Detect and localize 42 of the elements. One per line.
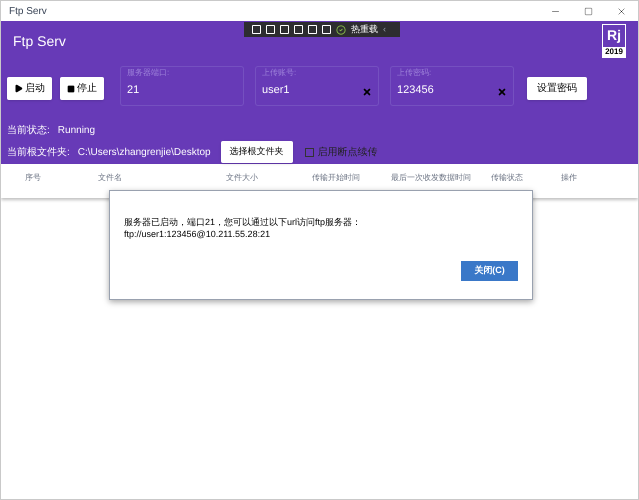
input-field[interactable]: 上传账号: user1 [255, 66, 379, 106]
field-label: 上传账号: [262, 68, 296, 78]
app-title: Ftp Serv [13, 32, 66, 51]
stop-button[interactable]: 停止 [60, 77, 104, 100]
logo-year: 2019 [603, 47, 625, 57]
field-value: 123456 [397, 82, 434, 98]
clear-icon[interactable] [362, 86, 372, 96]
close-dialog-button[interactable]: 关闭(C) [461, 261, 518, 281]
close-icon [616, 6, 627, 16]
field-label: 上传密码: [397, 68, 432, 78]
choose-folder-button[interactable]: 选择根文件夹 [220, 141, 293, 163]
collapse-toggle[interactable]: ‹ [383, 25, 386, 34]
column-header: 序号 [24, 172, 42, 184]
dialog-url: ftp://user1:123456@10.211.55.28:21 [124, 228, 272, 240]
stop-icon [67, 84, 75, 92]
logo-letters: Rj [607, 26, 621, 45]
play-icon [14, 84, 23, 93]
status-label: 当前状态: [7, 124, 50, 138]
input-field[interactable]: 服务器端口: 21 [120, 66, 244, 106]
column-header: 文件名 [98, 172, 123, 184]
column-header: 最后一次收发数据时间 [391, 172, 472, 184]
check-icon [336, 24, 346, 34]
field-label: 服务器端口: [127, 68, 170, 78]
clear-icon[interactable] [497, 86, 507, 96]
start-button[interactable]: 启动 [7, 77, 52, 100]
root-folder-path: C:\Users\zhangrenjie\Desktop [78, 146, 211, 160]
root-folder-label: 当前根文件夹: [7, 146, 70, 160]
hot-reload-label[interactable]: 热重载 [351, 25, 378, 34]
maximize-icon [584, 6, 593, 16]
status-value: Running [58, 124, 96, 138]
checkbox[interactable] [304, 148, 314, 156]
column-header: 操作 [561, 172, 578, 184]
set-password-button[interactable]: 设置密码 [527, 77, 587, 100]
dialog-message: 服务器已启动，端口21，您可以通过以下url访问ftp服务器： [124, 216, 362, 228]
checkbox-label: 启用断点续传 [318, 146, 378, 160]
input-field[interactable]: 上传密码: 123456 [390, 66, 514, 106]
column-header: 文件大小 [226, 172, 259, 184]
window-title: Ftp Serv [9, 4, 47, 18]
field-value: user1 [262, 82, 290, 98]
column-header: 传输开始时间 [312, 172, 361, 184]
column-header: 传输状态 [491, 172, 524, 184]
field-value: 21 [127, 82, 140, 98]
